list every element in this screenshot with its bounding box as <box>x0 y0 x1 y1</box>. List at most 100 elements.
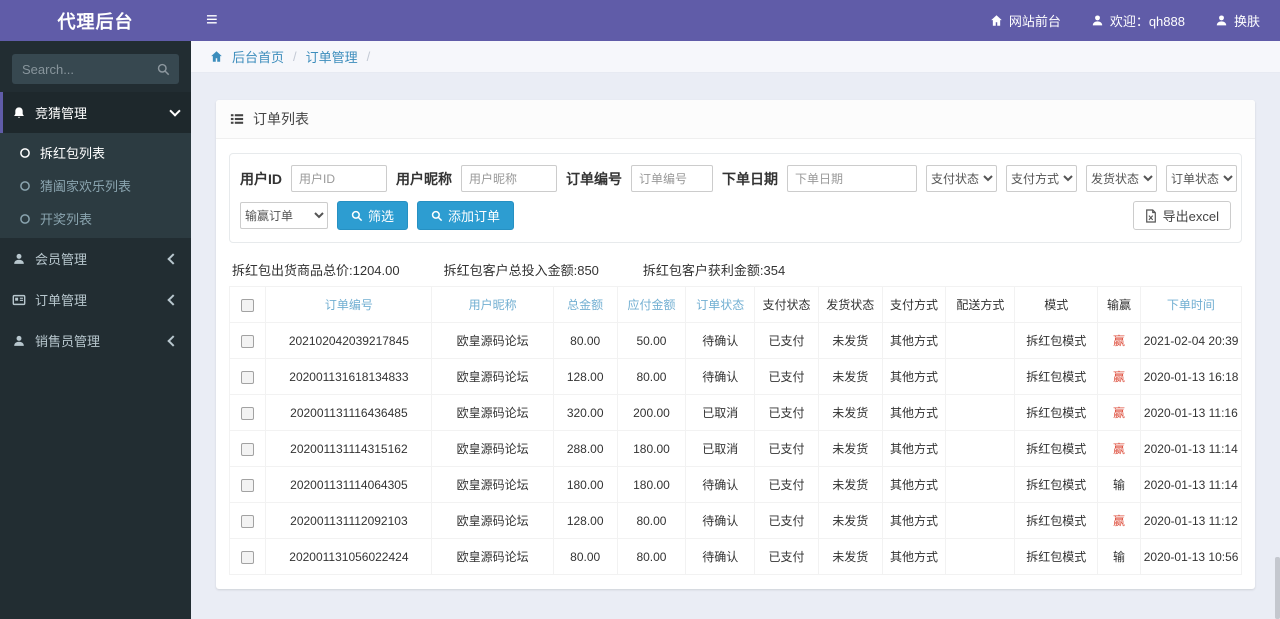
sidebar-submenu: 拆红包列表 猜阖家欢乐列表 开奖列表 <box>0 133 191 238</box>
column-header[interactable]: 下单时间 <box>1139 286 1243 323</box>
sidebar-item-order-management[interactable]: 订单管理 <box>0 279 191 320</box>
breadcrumb-home-link[interactable]: 后台首页 <box>232 47 284 66</box>
delivery-cell <box>945 466 1016 503</box>
winlose-cell: 输 <box>1097 538 1141 575</box>
payable-cell: 50.00 <box>616 322 687 359</box>
sidebar: 代理后台 竞猜管理 拆红包列表 <box>0 0 191 619</box>
filter-button[interactable]: 筛选 <box>337 201 409 230</box>
panel-header: 订单列表 <box>216 100 1255 139</box>
column-header: 发货状态 <box>817 286 883 323</box>
site-front-label: 网站前台 <box>1008 14 1061 29</box>
order-date-label: 下单日期 <box>722 170 778 187</box>
sidebar-search <box>12 54 179 84</box>
user-icon <box>12 334 26 348</box>
row-select-cell <box>228 394 267 431</box>
row-select-cell <box>228 322 267 359</box>
delivery-cell <box>945 538 1016 575</box>
column-header: 输赢 <box>1097 286 1141 323</box>
panel-body: 用户ID 用户昵称 订单编号 下单日期 支付状态 支付方式 <box>216 139 1255 589</box>
payable-cell: 180.00 <box>616 430 687 467</box>
search-icon <box>351 210 363 222</box>
scrollbar-thumb[interactable] <box>1275 557 1280 619</box>
change-skin-label: 换肤 <box>1233 14 1260 29</box>
time-cell: 2020-01-13 10:56 <box>1139 538 1243 575</box>
pay-method-cell: 其他方式 <box>881 430 947 467</box>
order-no-cell: 202001131116436485 <box>265 394 433 431</box>
order-status-cell: 待确认 <box>685 322 756 359</box>
total-cell: 128.00 <box>552 502 618 539</box>
search-icon[interactable] <box>147 54 179 84</box>
order-status-select[interactable]: 订单状态 <box>1166 165 1237 192</box>
chevron-left-icon <box>167 252 179 265</box>
mode-cell: 拆红包模式 <box>1014 358 1099 395</box>
row-checkbox[interactable] <box>241 478 255 492</box>
column-header[interactable]: 总金额 <box>552 286 618 323</box>
sidebar-toggle-icon[interactable]: ≡ <box>191 0 233 41</box>
table-row: 202102042039217845 欧皇源码论坛 80.00 50.00 待确认 已支付… <box>228 322 1243 359</box>
nickname-cell: 欧皇源码论坛 <box>431 466 554 503</box>
breadcrumb-current-link[interactable]: 订单管理 <box>306 47 358 66</box>
order-no-cell: 202001131114315162 <box>265 430 433 467</box>
export-excel-button[interactable]: 导出excel <box>1132 201 1231 230</box>
add-order-button[interactable]: 添加订单 <box>417 201 515 230</box>
payable-cell: 80.00 <box>616 358 687 395</box>
column-header[interactable]: 订单编号 <box>265 286 433 323</box>
winlose-cell: 赢 <box>1097 322 1141 359</box>
winlose-select[interactable]: 输赢订单 <box>240 202 328 229</box>
excel-file-icon <box>1145 208 1157 223</box>
navbar-right: 网站前台 欢迎：qh888 换肤 <box>990 0 1280 41</box>
export-excel-label: 导出excel <box>1162 209 1219 224</box>
circle-o-icon <box>19 213 31 225</box>
sidebar-item-label: 会员管理 <box>35 252 88 267</box>
order-status-cell: 已取消 <box>685 394 756 431</box>
site-front-link[interactable]: 网站前台 <box>990 0 1061 41</box>
column-header[interactable]: 用户昵称 <box>431 286 554 323</box>
table-row: 202001131114315162 欧皇源码论坛 288.00 180.00 已取消已… <box>228 430 1243 467</box>
order-status-cell: 待确认 <box>685 538 756 575</box>
delivery-cell <box>945 430 1016 467</box>
order-date-input[interactable] <box>787 165 917 192</box>
row-checkbox[interactable] <box>241 514 255 528</box>
chevron-down-icon <box>169 104 181 117</box>
ship-status-cell: 未发货 <box>817 538 883 575</box>
column-header[interactable]: 应付金额 <box>616 286 687 323</box>
select-all-checkbox[interactable] <box>241 298 255 312</box>
row-checkbox[interactable] <box>241 550 255 564</box>
sidebar-item-member-management[interactable]: 会员管理 <box>0 238 191 279</box>
row-checkbox[interactable] <box>241 406 255 420</box>
sidebar-item-lottery-list[interactable]: 开奖列表 <box>0 202 191 235</box>
summary-total-goods: 拆红包出货商品总价:1204.00 <box>232 263 400 278</box>
summary-bar: 拆红包出货商品总价:1204.00 拆红包客户总投入金额:850 拆红包客户获利… <box>232 260 1239 279</box>
sidebar-item-red-packet-list[interactable]: 拆红包列表 <box>0 136 191 169</box>
row-checkbox[interactable] <box>241 334 255 348</box>
sidebar-item-guess-management[interactable]: 竞猜管理 <box>0 92 191 133</box>
nickname-cell: 欧皇源码论坛 <box>431 430 554 467</box>
pay-method-select[interactable]: 支付方式 <box>1006 165 1077 192</box>
table-row: 202001131116436485 欧皇源码论坛 320.00 200.00 已取消已… <box>228 394 1243 431</box>
column-header[interactable]: 订单状态 <box>685 286 756 323</box>
mode-cell: 拆红包模式 <box>1014 466 1099 503</box>
pay-status-select[interactable]: 支付状态 <box>926 165 997 192</box>
order-no-cell: 202001131112092103 <box>265 502 433 539</box>
user-icon <box>12 252 26 266</box>
change-skin-link[interactable]: 换肤 <box>1215 0 1260 41</box>
sidebar-item-guess-family-list[interactable]: 猜阖家欢乐列表 <box>0 169 191 202</box>
sidebar-item-label: 销售员管理 <box>35 334 101 349</box>
ship-status-select[interactable]: 发货状态 <box>1086 165 1157 192</box>
filter-row-2: 输赢订单 筛选 添加订单 导出excel <box>240 201 1231 230</box>
order-no-label: 订单编号 <box>566 170 622 187</box>
winlose-cell: 赢 <box>1097 394 1141 431</box>
row-checkbox[interactable] <box>241 370 255 384</box>
row-checkbox[interactable] <box>241 442 255 456</box>
time-cell: 2020-01-13 16:18 <box>1139 358 1243 395</box>
table-row: 202001131618134833 欧皇源码论坛 128.00 80.00 待确认 已支… <box>228 358 1243 395</box>
search-input[interactable] <box>12 61 147 77</box>
delivery-cell <box>945 358 1016 395</box>
order-no-input[interactable] <box>631 165 713 192</box>
nickname-input[interactable] <box>461 165 557 192</box>
sidebar-item-salesperson-management[interactable]: 销售员管理 <box>0 320 191 361</box>
panel-title: 订单列表 <box>253 111 309 127</box>
payable-cell: 200.00 <box>616 394 687 431</box>
welcome-user[interactable]: 欢迎：qh888 <box>1091 0 1185 41</box>
user-id-input[interactable] <box>291 165 387 192</box>
